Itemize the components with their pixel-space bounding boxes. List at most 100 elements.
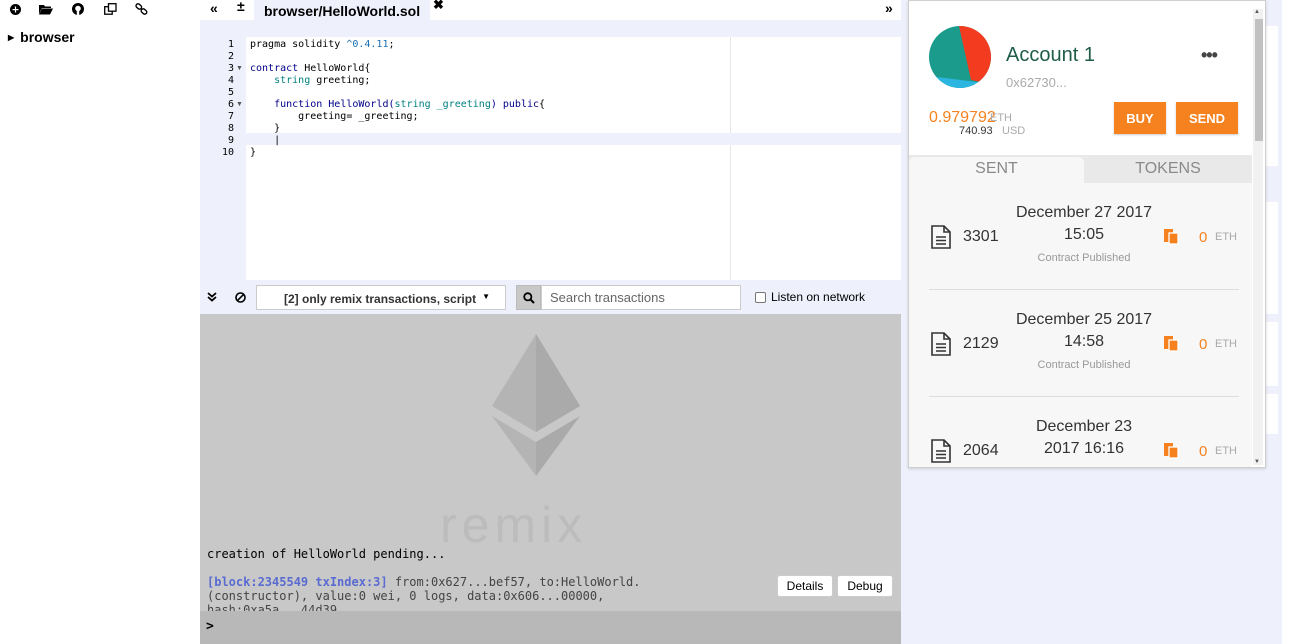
transaction-item[interactable]: December 25 2017 14:58 Contract Published 2… [909, 290, 1252, 397]
line-number: 4 [227, 75, 234, 86]
popup-scrollbar[interactable]: ▲ ▼ [1253, 9, 1263, 465]
scrollbar-thumb[interactable] [1255, 19, 1263, 141]
tx-amount-unit: ETH [1215, 338, 1237, 350]
code-line[interactable]: contract HelloWorld{ [250, 63, 370, 75]
editor-tabs-bar: « ± browser/HelloWorld.sol ✖ » [200, 0, 901, 20]
scroll-down-icon[interactable]: ▼ [1254, 459, 1260, 465]
tx-date: December 23 [1035, 418, 1133, 435]
open-folder-icon[interactable] [38, 2, 54, 16]
code-line[interactable]: greeting= _greeting; [250, 111, 418, 123]
metamask-popup: ▲ ▼ Account 1 0x62730... ••• 0.979792 ET… [908, 0, 1266, 468]
terminal-output: remix creation of HelloWorld pending... … [200, 314, 901, 617]
account-name[interactable]: Account 1 [1006, 44, 1095, 67]
document-icon [931, 439, 951, 463]
scroll-left-button[interactable]: « [210, 0, 218, 16]
code-token: HelloWorld( [328, 99, 395, 110]
right-edge [1282, 0, 1289, 644]
link-icon[interactable] [133, 2, 149, 16]
listen-on-network-label: Listen on network [771, 290, 866, 304]
right-panel-block [1266, 26, 1278, 166]
fold-toggle-icon[interactable]: ▼ [236, 101, 243, 108]
new-file-icon[interactable] [7, 2, 23, 16]
send-button[interactable]: SEND [1176, 102, 1238, 134]
tab-hello-world-sol[interactable]: browser/HelloWorld.sol [254, 0, 431, 20]
filter-label: [2] only remix transactions, script [284, 292, 477, 306]
copy-icon[interactable] [102, 2, 118, 16]
tx-amount: 0 [1199, 336, 1208, 353]
tx-block-info: [block:2345549 txIndex:3] [207, 575, 388, 589]
debug-button-label: Debug [847, 579, 883, 593]
file-explorer-panel: ▶ browser [0, 0, 200, 644]
transaction-list: December 27 2017 15:05 Contract Published 3… [909, 183, 1252, 467]
search-button[interactable] [516, 285, 541, 310]
tx-amount-unit: ETH [1215, 231, 1237, 243]
github-icon[interactable] [70, 2, 86, 16]
code-token: HelloWorld{ [304, 63, 371, 74]
search-icon [523, 292, 535, 304]
tx-time: 15:05 [1063, 226, 1105, 243]
tx-amount: 0 [1199, 229, 1208, 246]
details-button[interactable]: Details [777, 575, 833, 597]
debug-button[interactable]: Debug [837, 575, 893, 597]
code-token: public [502, 99, 540, 110]
close-tab-icon[interactable]: ✖ [433, 0, 444, 13]
code-line[interactable]: string greeting; [250, 75, 370, 87]
zoom-button[interactable]: ± [237, 0, 245, 14]
code-editor[interactable]: 1 pragma solidity ^0.4.11; 2 3 ▼ contract Hel… [200, 20, 901, 284]
code-line[interactable]: | [250, 135, 280, 147]
code-token: greeting; [310, 75, 371, 86]
fold-toggle-icon[interactable]: ▼ [236, 65, 243, 72]
ethereum-logo-icon [492, 334, 580, 476]
transaction-item[interactable]: December 27 2017 15:05 Contract Published 3… [909, 183, 1252, 290]
right-panel-block [1266, 322, 1278, 386]
account-address[interactable]: 0x62730... [1006, 75, 1067, 90]
tab-tokens-label: TOKENS [1135, 160, 1201, 177]
code-token: ) [490, 99, 503, 110]
file-tree-root-label: browser [20, 29, 75, 45]
code-token: pragma solidity [250, 39, 347, 50]
caret-right-icon: ▶ [8, 33, 15, 42]
code-token: ; [388, 39, 395, 50]
account-identicon-icon[interactable] [929, 26, 991, 88]
copy-address-icon[interactable] [1163, 441, 1179, 459]
line-number: 6 [227, 99, 234, 110]
tx-status: Contract Published [989, 466, 1179, 467]
code-line[interactable]: } [250, 123, 280, 135]
terminal-prompt[interactable]: > [200, 611, 901, 644]
scroll-right-button[interactable]: » [885, 0, 893, 16]
search-transactions-input[interactable] [541, 285, 741, 310]
line-number: 1 [227, 39, 234, 50]
line-number: 5 [227, 87, 234, 98]
code-line[interactable]: } [250, 147, 256, 159]
code-token: ^0.4.11 [346, 39, 389, 50]
code-token: | [250, 135, 281, 146]
clear-console-icon[interactable] [235, 292, 246, 303]
transaction-filter-select[interactable]: [2] only remix transactions, script ▼ [256, 285, 506, 310]
scroll-up-icon[interactable]: ▲ [1254, 9, 1260, 15]
active-line-highlight [246, 133, 901, 145]
code-line[interactable]: pragma solidity ^0.4.11; [250, 39, 395, 51]
print-margin [730, 37, 731, 280]
copy-address-icon[interactable] [1163, 227, 1179, 245]
caret-down-icon: ▼ [482, 292, 490, 301]
collapse-terminal-icon[interactable] [207, 292, 217, 302]
file-tree-browser[interactable]: ▶ browser [8, 29, 75, 45]
code-line[interactable]: function HelloWorld(string _greeting) pu… [250, 99, 545, 111]
tx-nonce: 3301 [963, 228, 999, 245]
right-panel-block [1266, 202, 1278, 314]
details-button-label: Details [786, 579, 824, 593]
eth-unit: ETH [990, 112, 1012, 124]
copy-address-icon[interactable] [1163, 334, 1179, 352]
transaction-item[interactable]: December 23 2017 16:16 Contract Published 2… [909, 397, 1252, 467]
buy-button[interactable]: BUY [1114, 102, 1166, 134]
tab-sent[interactable]: SENT [909, 157, 1084, 185]
listen-on-network-checkbox[interactable] [755, 292, 766, 303]
account-menu-icon[interactable]: ••• [1201, 45, 1218, 66]
tx-time: 14:58 [1063, 333, 1105, 350]
tx-nonce: 2129 [963, 335, 999, 352]
code-token: contract [250, 63, 305, 74]
tab-tokens[interactable]: TOKENS [1084, 157, 1252, 183]
code-token: } [250, 123, 281, 134]
tx-status: Contract Published [1037, 252, 1131, 264]
